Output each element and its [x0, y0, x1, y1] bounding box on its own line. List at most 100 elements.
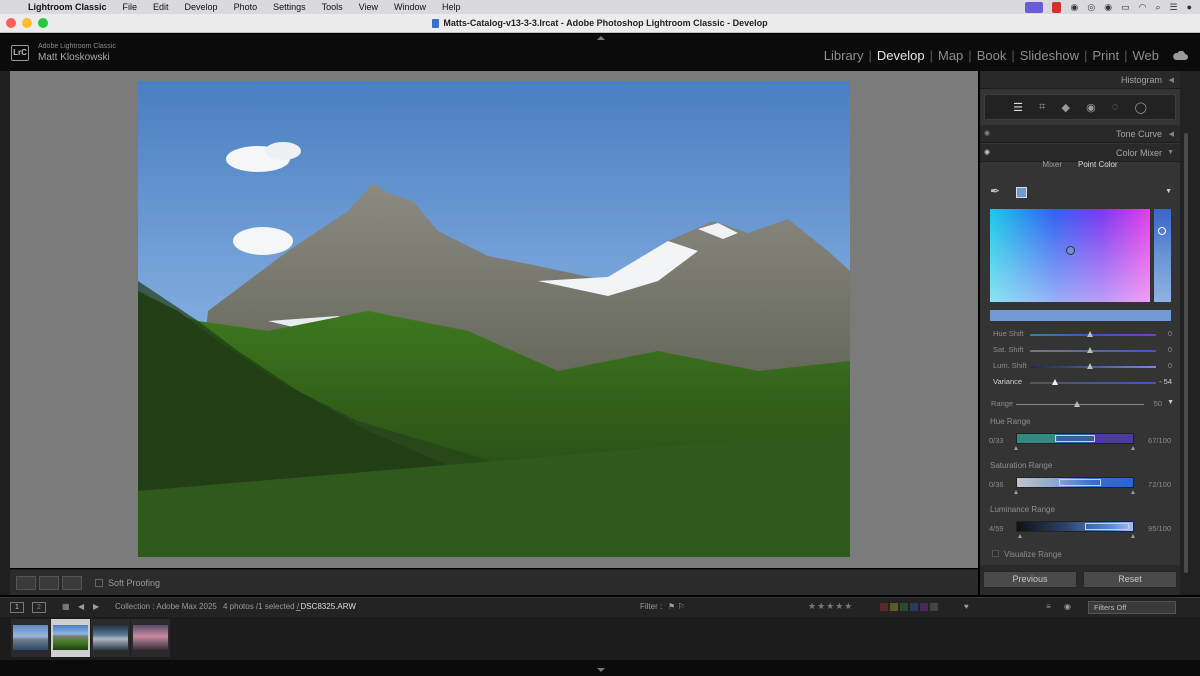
zoom-window-button[interactable] — [38, 18, 48, 28]
eye-icon[interactable]: ◉ — [1064, 602, 1071, 611]
stack-icon[interactable]: ≡ — [1046, 602, 1051, 611]
color-label-filter[interactable] — [880, 603, 940, 613]
tab-mixer[interactable]: Mixer — [1042, 160, 1062, 174]
eyedropper-icon[interactable]: ✒ — [990, 184, 1000, 198]
menu-photo[interactable]: Photo — [226, 2, 266, 12]
color-field-cursor[interactable] — [1066, 246, 1075, 255]
menu-settings[interactable]: Settings — [265, 2, 314, 12]
selected-color-swatch[interactable] — [1016, 187, 1027, 198]
hue-shift-slider[interactable]: Hue Shift 0 — [988, 329, 1178, 341]
hue-range-handle[interactable] — [1055, 435, 1095, 442]
swatch-menu-icon[interactable]: ▼ — [1165, 188, 1172, 195]
minimize-window-button[interactable] — [22, 18, 32, 28]
photo-count: 4 photos /1 selected / — [223, 602, 300, 611]
before-after-swap-button[interactable] — [62, 575, 82, 590]
tone-curve-eye-icon[interactable]: ◉ — [984, 129, 990, 137]
tone-curve-header[interactable]: ◉ Tone Curve ◀ — [980, 125, 1180, 143]
reset-button[interactable]: Reset — [1083, 571, 1177, 588]
left-panel-collapsed[interactable] — [0, 71, 10, 595]
presets-icon[interactable]: ◯ — [1135, 101, 1147, 114]
color-field[interactable] — [990, 209, 1150, 302]
collapse-filmstrip-icon[interactable] — [597, 668, 605, 672]
module-web[interactable]: Web — [1128, 48, 1165, 63]
soft-proofing-checkbox[interactable] — [95, 578, 103, 587]
visualize-range-checkbox[interactable] — [992, 550, 999, 557]
secondary-display-button[interactable]: 2 — [32, 602, 46, 613]
before-after-view-button[interactable] — [39, 575, 59, 590]
masking-icon[interactable]: ◌ — [1112, 101, 1119, 113]
menu-view[interactable]: View — [351, 2, 386, 12]
tab-point-color[interactable]: Point Color — [1078, 160, 1118, 174]
saturation-range-bar[interactable] — [1016, 477, 1134, 488]
luminance-cursor[interactable] — [1158, 227, 1166, 235]
filter-preset-select[interactable]: Filters Off — [1088, 601, 1176, 614]
previous-button[interactable]: Previous — [983, 571, 1077, 588]
filmstrip-thumb[interactable] — [11, 619, 50, 657]
luminance-range-handle[interactable] — [1085, 523, 1129, 530]
luminance-strip[interactable] — [1154, 209, 1171, 302]
filmstrip-thumb[interactable] — [131, 619, 170, 657]
heart-icon[interactable]: ♥ — [964, 602, 969, 611]
menu-develop[interactable]: Develop — [177, 2, 226, 12]
status-icon-2[interactable]: ◎ — [1087, 2, 1095, 13]
menu-app-name[interactable]: Lightroom Classic — [20, 2, 115, 12]
status-app-icon[interactable] — [1052, 1, 1062, 13]
menu-file[interactable]: File — [115, 2, 146, 12]
hue-range-bar[interactable] — [1016, 433, 1134, 444]
primary-display-button[interactable]: 1 — [10, 602, 24, 613]
red-eye-icon[interactable]: ◉ — [1086, 101, 1096, 114]
module-develop[interactable]: Develop — [872, 48, 930, 63]
close-window-button[interactable] — [6, 18, 16, 28]
tone-curve-expand-icon[interactable]: ◀ — [1169, 130, 1174, 138]
color-mixer-eye-icon[interactable]: ◉ — [984, 148, 990, 156]
range-slider[interactable]: Range 50 ▼ — [988, 399, 1178, 411]
filmstrip-thumb-selected[interactable] — [51, 619, 90, 657]
battery-icon[interactable]: ▭ — [1121, 2, 1130, 13]
status-icon-1[interactable]: ◉ — [1070, 2, 1078, 13]
menu-tools[interactable]: Tools — [314, 2, 351, 12]
screen-record-icon[interactable] — [1025, 1, 1044, 13]
siri-icon[interactable]: ● — [1187, 2, 1192, 12]
hue-range-hi: 67/100 — [1148, 436, 1171, 445]
flag-filter-icon[interactable]: ⚑ ⚐ — [668, 602, 685, 611]
saturation-range-title: Saturation Range — [990, 461, 1053, 470]
rating-filter-stars[interactable]: ★★★★★ — [808, 601, 853, 612]
menu-window[interactable]: Window — [386, 2, 434, 12]
variance-slider[interactable]: Variance - 54 — [988, 377, 1178, 389]
back-arrow-icon[interactable]: ◀ — [78, 602, 84, 611]
develop-tool-strip: ☰ ⌗ ◆ ◉ ◌ ◯ — [984, 94, 1176, 120]
color-mixer-collapse-icon[interactable]: ▼ — [1167, 149, 1174, 156]
right-panel-scrollbar[interactable] — [1180, 71, 1200, 595]
collapse-top-panel-icon[interactable] — [597, 36, 605, 40]
control-center-icon[interactable]: ☰ — [1169, 2, 1177, 13]
module-library[interactable]: Library — [819, 48, 869, 63]
lum-shift-slider[interactable]: Lum. Shift 0 — [988, 361, 1178, 373]
healing-icon[interactable]: ◆ — [1061, 101, 1069, 114]
menu-edit[interactable]: Edit — [145, 2, 177, 12]
forward-arrow-icon[interactable]: ▶ — [93, 602, 99, 611]
module-map[interactable]: Map — [933, 48, 968, 63]
module-slideshow[interactable]: Slideshow — [1015, 48, 1084, 63]
cloud-sync-icon[interactable] — [1172, 50, 1188, 61]
selected-filename[interactable]: _DSC8325.ARW — [296, 602, 356, 611]
grid-view-icon[interactable]: ▦ — [62, 602, 70, 611]
crop-icon[interactable]: ⌗ — [1039, 101, 1045, 114]
loupe-view-button[interactable] — [16, 575, 36, 590]
luminance-range-bar[interactable] — [1016, 521, 1134, 532]
spotlight-search-icon[interactable]: ⌕ — [1155, 2, 1160, 13]
status-icon-3[interactable]: ◉ — [1104, 2, 1112, 13]
sat-shift-slider[interactable]: Sat. Shift 0 — [988, 345, 1178, 357]
saturation-range-handle[interactable] — [1059, 479, 1101, 486]
histogram-header[interactable]: Histogram ◀ — [980, 71, 1180, 89]
range-menu-icon[interactable]: ▼ — [1167, 399, 1174, 406]
menu-help[interactable]: Help — [434, 2, 469, 12]
module-print[interactable]: Print — [1087, 48, 1124, 63]
main-photo[interactable] — [138, 81, 850, 557]
filmstrip-thumb[interactable] — [91, 619, 130, 657]
histogram-collapse-icon[interactable]: ◀ — [1169, 76, 1174, 84]
edit-sliders-icon[interactable]: ☰ — [1013, 101, 1023, 114]
wifi-icon[interactable]: ◠ — [1139, 2, 1147, 13]
module-book[interactable]: Book — [972, 48, 1012, 63]
collection-name[interactable]: Collection : Adobe Max 2025 — [115, 602, 217, 611]
photo-canvas[interactable] — [10, 71, 978, 568]
